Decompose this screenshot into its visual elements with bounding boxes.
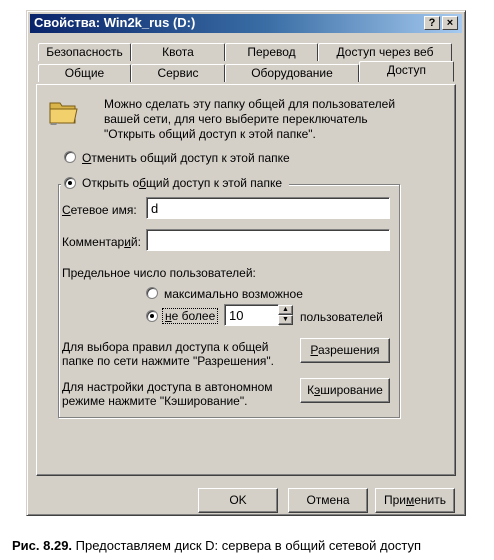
spinner-down-button[interactable]: ▼ [278,315,293,325]
share-radio[interactable] [64,177,76,189]
tab-hardware[interactable]: Оборудование [225,64,359,82]
caption-text: Предоставляем диск D: сервера в общий се… [72,538,421,553]
max-users-label[interactable]: максимально возможное [164,287,303,301]
cancel-button[interactable]: Отмена [288,488,368,513]
comment-label: Комментарий: [62,235,141,249]
unshare-label-text: тменить общий доступ к этой папке [91,151,290,165]
help-button[interactable]: ? [424,16,440,30]
tab-tools[interactable]: Сервис [131,64,225,82]
tab-general[interactable]: Общие [38,64,131,82]
info-line-1: Можно сделать эту папку общей для пользо… [104,97,396,111]
share-label[interactable]: Открыть общий доступ к этой папке [82,176,282,190]
comment-input[interactable] [146,229,390,251]
share-radio-row: Открыть общий доступ к этой папке [61,175,289,191]
users-suffix: пользователей [300,310,383,324]
tab-translation[interactable]: Перевод [225,43,318,61]
close-button[interactable]: × [442,16,458,30]
permissions-button[interactable]: Разрешения [300,338,390,363]
info-line-3: "Открыть общий доступ к этой папке". [104,127,316,141]
user-limit-label: Предельное число пользователей: [62,266,256,280]
caching-text-2: режиме нажмите "Кэширование". [62,394,248,408]
permissions-text-1: Для выбора правил доступа к общей [62,340,269,354]
caching-button[interactable]: Кэширование [300,378,390,403]
caption-prefix: Рис. 8.29. [12,538,73,553]
spinner-up-button[interactable]: ▲ [278,305,293,315]
info-line-2: вашей сети, для чего выберите переключат… [104,112,368,126]
max-users-radio[interactable] [146,287,158,299]
ok-button[interactable]: OK [198,488,278,513]
limit-users-label[interactable]: не более [162,308,219,324]
tab-security[interactable]: Безопасность [38,43,131,61]
permissions-text-2: папке по сети нажмите "Разрешения". [62,354,275,368]
sharing-panel [36,84,456,476]
limit-users-radio[interactable] [146,310,158,322]
title-bar[interactable]: Свойства: Win2k_rus (D:) ? × [30,14,462,33]
user-count-input[interactable] [224,304,279,326]
window-title: Свойства: Win2k_rus (D:) [34,15,196,30]
tab-sharing[interactable]: Доступ [359,61,454,82]
tab-web-sharing[interactable]: Доступ через веб [318,43,452,61]
folder-icon [48,96,80,128]
share-name-label: Сетевое имя: [62,203,137,217]
caching-text-1: Для настройки доступа в автономном [62,380,273,394]
unshare-radio[interactable] [64,151,76,163]
share-name-input[interactable] [146,197,390,219]
tab-quota[interactable]: Квота [131,43,225,61]
unshare-label[interactable]: Отменить общий доступ к этой папке [82,151,290,165]
apply-button[interactable]: Применить [375,488,455,513]
figure-caption: Рис. 8.29. Предоставляем диск D: сервера… [12,538,421,553]
